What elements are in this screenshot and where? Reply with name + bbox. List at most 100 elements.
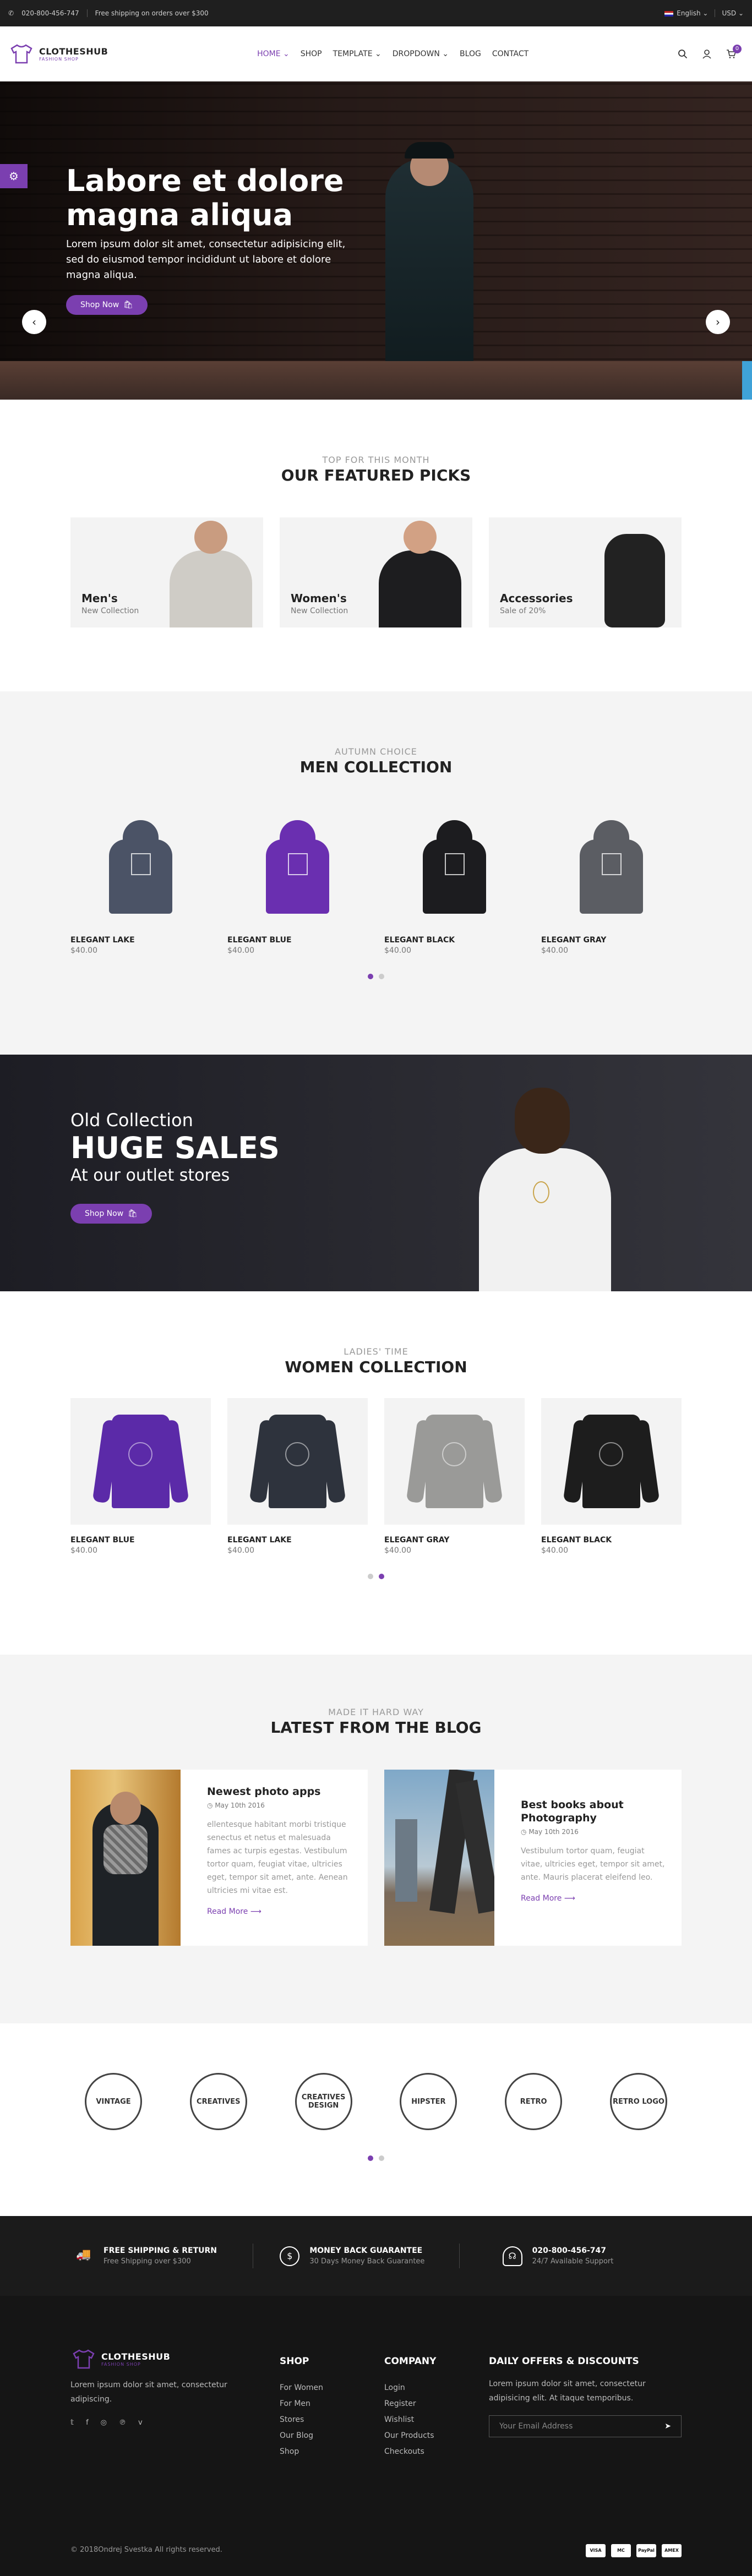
payment-methods: VISA MC PayPal AMEX (586, 2544, 682, 2557)
read-more-link[interactable]: Read More ⟶ (521, 1894, 575, 1903)
search-icon[interactable] (678, 49, 688, 59)
carousel-dot[interactable] (368, 974, 373, 979)
slider-next-button[interactable]: › (706, 310, 730, 334)
blog-post-title[interactable]: Newest photo apps (207, 1785, 355, 1798)
send-icon[interactable]: ➤ (664, 2422, 671, 2431)
blog-post-image[interactable] (70, 1770, 181, 1946)
product-image[interactable] (384, 798, 525, 925)
nav-blog[interactable]: BLOG (460, 50, 481, 58)
product-name[interactable]: ELEGANT BLACK (384, 936, 525, 945)
email-input[interactable]: Your Email Address (499, 2422, 573, 2431)
twitter-icon[interactable]: 𝕥 (70, 2419, 74, 2427)
vimeo-icon[interactable]: v (138, 2419, 143, 2427)
women-collection-section: LADIES' TIME WOMEN COLLECTION ELEGANT BL… (0, 1291, 752, 1655)
facebook-icon[interactable]: f (86, 2419, 89, 2427)
carousel-dot[interactable] (368, 2155, 373, 2161)
carousel-dot[interactable] (379, 974, 384, 979)
product-image[interactable] (70, 798, 211, 925)
footer-link[interactable]: Checkouts (384, 2444, 489, 2460)
pinterest-icon[interactable]: ℗ (119, 2419, 126, 2427)
footer-link[interactable]: Stores (280, 2412, 384, 2428)
product-image[interactable] (70, 1398, 211, 1525)
slider-prev-button[interactable]: ‹ (22, 310, 46, 334)
footer-logo[interactable]: CLOTHESHUB FASHION SHOP (70, 2348, 280, 2370)
product-card[interactable]: ELEGANT LAKE $40.00 (227, 1398, 368, 1555)
topbar-phone: 020-800-456-747 (21, 9, 79, 17)
brand-logo[interactable]: CREATIVES DESIGN (295, 2073, 352, 2130)
footer-link[interactable]: Our Products (384, 2428, 489, 2444)
read-more-link[interactable]: Read More ⟶ (207, 1907, 261, 1916)
brand-logo[interactable]: HIPSTER (400, 2073, 457, 2130)
brand-logo[interactable]: RETRO LOGO (609, 2073, 667, 2130)
footer-link[interactable]: Shop (280, 2444, 384, 2460)
product-image[interactable] (227, 798, 368, 925)
product-name[interactable]: ELEGANT BLACK (541, 1536, 682, 1544)
card-title: Accessories (500, 592, 573, 605)
brand-logo[interactable]: VINTAGE (85, 2073, 142, 2130)
site-footer: CLOTHESHUB FASHION SHOP Lorem ipsum dolo… (0, 2296, 752, 2576)
product-price: $40.00 (541, 1546, 568, 1555)
footer-link[interactable]: Wishlist (384, 2412, 489, 2428)
currency-selector[interactable]: USD ⌄ (722, 9, 744, 17)
product-name[interactable]: ELEGANT BLUE (70, 1536, 211, 1544)
cart-count-badge: 0 (732, 45, 742, 53)
cart-button[interactable]: 0 (726, 45, 742, 59)
product-image[interactable] (384, 1398, 525, 1525)
instagram-icon[interactable]: ◎ (101, 2419, 107, 2427)
product-name[interactable]: ELEGANT GRAY (541, 936, 682, 945)
sales-shop-now-button[interactable]: Shop Now 🛍 (70, 1204, 152, 1224)
settings-gear-icon[interactable]: ⚙ (0, 164, 28, 188)
footer-link[interactable]: For Women (280, 2380, 384, 2396)
nav-shop[interactable]: SHOP (301, 50, 322, 58)
footer-link[interactable]: Our Blog (280, 2428, 384, 2444)
footer-offers-text: Lorem ipsum dolor sit amet, consectetur … (489, 2379, 646, 2403)
user-icon[interactable] (702, 49, 712, 59)
hero-floor (0, 361, 752, 400)
product-image[interactable] (541, 1398, 682, 1525)
product-card[interactable]: ELEGANT BLACK $40.00 (384, 798, 525, 955)
product-name[interactable]: ELEGANT LAKE (227, 1536, 368, 1544)
blog-post-image[interactable] (384, 1770, 494, 1946)
section-subtitle: TOP FOR THIS MONTH (322, 455, 430, 465)
nav-contact[interactable]: CONTACT (492, 50, 528, 58)
uk-flag-icon (664, 10, 674, 17)
carousel-dot[interactable] (368, 1574, 373, 1579)
women-model-image (373, 517, 467, 627)
product-name[interactable]: ELEGANT BLUE (227, 936, 368, 945)
footer-link[interactable]: Login (384, 2380, 489, 2396)
featured-card-women[interactable]: Women's New Collection (280, 517, 472, 627)
tshirt-logo-icon (10, 44, 32, 64)
hero-shop-now-button[interactable]: Shop Now 🛍 (66, 295, 148, 315)
logo[interactable]: CLOTHESHUB FASHION SHOP (8, 43, 108, 65)
nav-home[interactable]: HOME ⌄ (257, 50, 290, 58)
nav-dropdown[interactable]: DROPDOWN ⌄ (393, 50, 449, 58)
product-card[interactable]: ELEGANT BLACK $40.00 (541, 1398, 682, 1555)
hero-model-image (385, 159, 473, 390)
newsletter-form: Your Email Address ➤ (489, 2415, 682, 2437)
featured-card-men[interactable]: Men's New Collection (70, 517, 263, 627)
nav-template[interactable]: TEMPLATE ⌄ (333, 50, 382, 58)
language-selector[interactable]: English ⌄ (664, 9, 708, 17)
product-card[interactable]: ELEGANT LAKE $40.00 (70, 798, 211, 955)
section-title: MEN COLLECTION (299, 758, 453, 776)
product-card[interactable]: ELEGANT GRAY $40.00 (541, 798, 682, 955)
product-card[interactable]: ELEGANT BLUE $40.00 (227, 798, 368, 955)
product-name[interactable]: ELEGANT LAKE (70, 936, 211, 945)
product-image[interactable] (541, 798, 682, 925)
product-card[interactable]: ELEGANT BLUE $40.00 (70, 1398, 211, 1555)
product-name[interactable]: ELEGANT GRAY (384, 1536, 525, 1544)
blog-post-date: ◷ May 10th 2016 (521, 1828, 579, 1836)
product-image[interactable] (227, 1398, 368, 1525)
brand-logo[interactable]: CREATIVES (189, 2073, 247, 2130)
service-title: MONEY BACK GUARANTEE (309, 2246, 423, 2255)
site-header: CLOTHESHUB FASHION SHOP HOME ⌄ SHOP TEMP… (0, 26, 752, 81)
blog-post-title[interactable]: Best books about Photography (521, 1798, 668, 1825)
product-price: $40.00 (384, 946, 411, 955)
carousel-dot[interactable] (379, 2155, 384, 2161)
carousel-dot[interactable] (379, 1574, 384, 1579)
footer-link[interactable]: Register (384, 2396, 489, 2412)
product-card[interactable]: ELEGANT GRAY $40.00 (384, 1398, 525, 1555)
footer-link[interactable]: For Men (280, 2396, 384, 2412)
featured-card-accessories[interactable]: Accessories Sale of 20% (489, 517, 682, 627)
brand-logo[interactable]: RETRO (505, 2073, 563, 2130)
